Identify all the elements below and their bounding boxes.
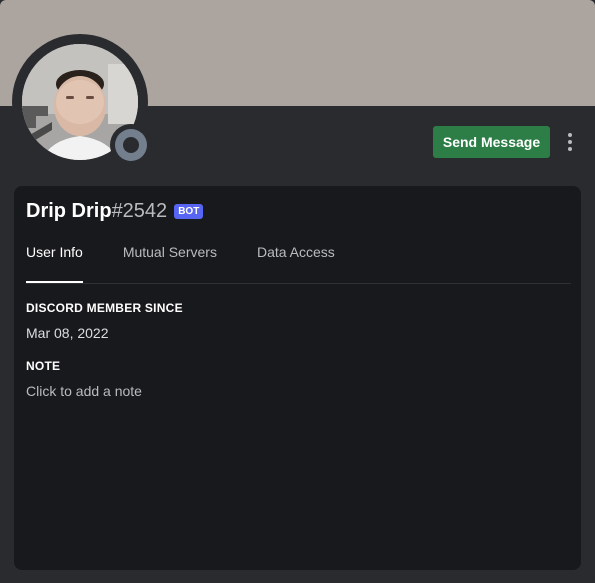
- name-row: Drip Drip #2542 BOT: [26, 200, 204, 223]
- dot-icon: [568, 133, 572, 137]
- bot-badge: BOT: [174, 204, 204, 219]
- note-input[interactable]: Click to add a note: [26, 383, 142, 399]
- username: Drip Drip: [26, 200, 112, 222]
- avatar-frame: [12, 34, 152, 170]
- offline-status-icon: [115, 129, 147, 161]
- profile-tabs: User Info Mutual Servers Data Access: [26, 234, 571, 284]
- tab-data-access[interactable]: Data Access: [257, 234, 335, 283]
- send-message-button[interactable]: Send Message: [433, 126, 550, 158]
- member-since-value: Mar 08, 2022: [26, 325, 109, 341]
- member-since-label: DISCORD MEMBER SINCE: [26, 301, 183, 315]
- tab-mutual-servers[interactable]: Mutual Servers: [123, 234, 217, 283]
- status-indicator: [110, 124, 152, 166]
- dot-icon: [568, 140, 572, 144]
- profile-body: Drip Drip #2542 BOT User Info Mutual Ser…: [14, 186, 581, 570]
- dot-icon: [568, 147, 572, 151]
- note-label: NOTE: [26, 359, 61, 373]
- discriminator: #2542: [111, 200, 168, 222]
- tab-user-info[interactable]: User Info: [26, 234, 83, 283]
- user-profile-modal: Send Message Drip Drip #2542 BOT User In…: [0, 0, 595, 583]
- more-options-icon[interactable]: [562, 130, 578, 154]
